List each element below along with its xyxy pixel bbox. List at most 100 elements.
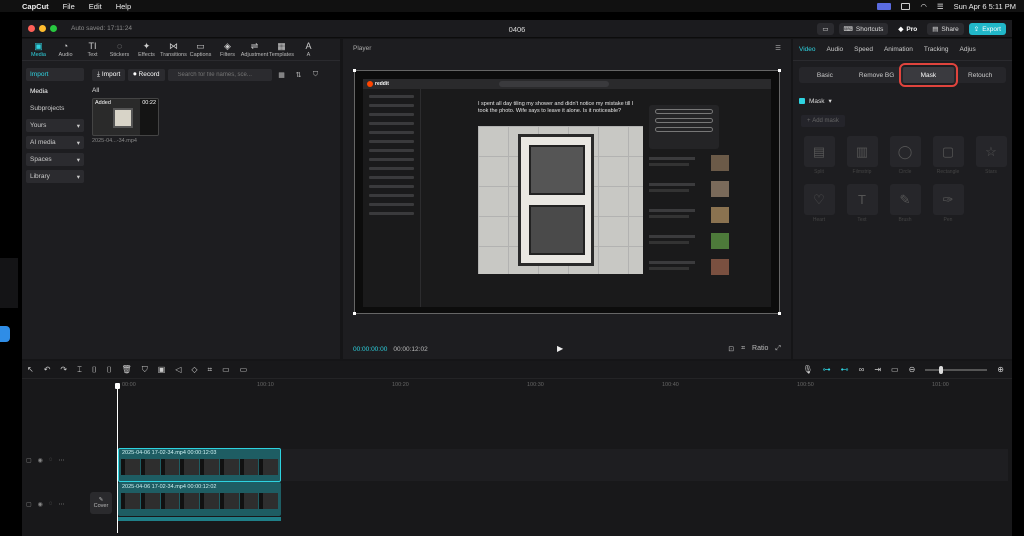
tool-tab-audio[interactable]: ◔ Audio <box>52 41 79 60</box>
ratio-button[interactable]: Ratio <box>752 345 768 353</box>
tab-animation[interactable]: Animation <box>884 46 913 53</box>
tool-tab-adjustment[interactable]: ⇌ Adjustment <box>241 41 269 60</box>
sidebar-item-media[interactable]: Media <box>26 85 84 98</box>
finder-dock-icon[interactable] <box>0 326 10 342</box>
menu-app[interactable]: CapCut <box>22 2 49 11</box>
fit-icon[interactable]: ⊡ <box>728 345 734 353</box>
tool-tab-transitions[interactable]: ⋈ Transitions <box>160 41 187 60</box>
mirror-icon[interactable]: ◇ <box>191 365 197 374</box>
media-thumbnail[interactable]: Added 00:22 <box>92 98 159 136</box>
track-more-icon[interactable]: ⋯ <box>59 457 65 464</box>
caption-icon[interactable]: ▭ <box>891 365 899 374</box>
undo-icon[interactable]: ↶ <box>44 365 51 374</box>
add-mask-button[interactable]: + Add mask <box>801 115 845 127</box>
sidebar-item-ai-media[interactable]: AI media ▾ <box>26 136 84 149</box>
tool-tab-media[interactable]: ▣ Media <box>25 41 52 60</box>
tab-tracking[interactable]: Tracking <box>924 46 949 53</box>
mask-shape-text[interactable]: T Text <box>845 184 879 223</box>
control-center-icon[interactable]: ☰ <box>937 2 944 11</box>
split-icon[interactable]: ⌶ <box>77 365 82 375</box>
split-right-icon[interactable]: ⌷ <box>107 365 112 375</box>
zoom-slider[interactable] <box>925 365 988 374</box>
crop-tool-icon[interactable]: ⌗ <box>208 365 213 375</box>
mask-shape-rectangle[interactable]: ▢ Rectangle <box>931 136 965 175</box>
zoom-in-icon[interactable]: ⊕ <box>997 365 1004 374</box>
minimize-window-button[interactable] <box>39 25 46 32</box>
shortcuts-button[interactable]: ⌨ Shortcuts <box>838 23 889 35</box>
subtab-mask[interactable]: Mask <box>898 63 959 87</box>
track-more-icon[interactable]: ⋯ <box>59 501 65 508</box>
tab-adjus[interactable]: Adjus <box>960 46 976 53</box>
video-preview[interactable]: reddit I spent all day tiling my shower … <box>353 69 781 315</box>
crop-icon[interactable]: ⌗ <box>741 345 745 353</box>
mask-shape-filmstrip[interactable]: ▥ Filmstrip <box>845 136 879 175</box>
track-mute-icon[interactable]: ◌ <box>49 501 53 508</box>
chevron-down-icon[interactable]: ▾ <box>829 97 832 105</box>
ai-tool-icon[interactable]: ▭ <box>222 365 230 374</box>
track-mute-icon[interactable]: ◌ <box>49 457 53 464</box>
playhead[interactable] <box>115 383 120 533</box>
menu-help[interactable]: Help <box>116 2 131 11</box>
menu-edit[interactable]: Edit <box>89 2 102 11</box>
reverse-icon[interactable]: ◁ <box>175 365 181 374</box>
search-input[interactable] <box>167 68 272 81</box>
subtab-basic[interactable]: Basic <box>799 67 851 83</box>
fullscreen-icon[interactable]: ⤢ <box>775 345 781 353</box>
track-lock-icon[interactable]: ▢ <box>26 457 32 464</box>
filter-icon[interactable]: ⛉ <box>309 71 323 79</box>
share-button[interactable]: ▤ Share <box>927 23 964 35</box>
preview-axis-icon[interactable]: ⇥ <box>874 365 881 374</box>
screen-record-icon[interactable] <box>877 2 892 10</box>
mask-shape-pen[interactable]: ✑ Pen <box>931 184 965 223</box>
mask-checkbox[interactable] <box>799 98 805 104</box>
mask-shape-circle[interactable]: ◯ Circle <box>888 136 922 175</box>
grid-view-icon[interactable]: ▦ <box>275 71 289 79</box>
pro-button[interactable]: ◆ Pro <box>893 23 922 35</box>
cover-button[interactable]: ✎ Cover <box>90 492 112 514</box>
battery-icon[interactable] <box>901 2 911 10</box>
shield-icon[interactable]: ⛉ <box>142 365 148 375</box>
sidebar-item-subprojects[interactable]: Subprojects <box>26 102 84 115</box>
overlay-clip[interactable]: 2025-04-06 17-02-34.mp4 00:00:12:03 <box>118 448 281 482</box>
sidebar-item-import[interactable]: Import <box>26 68 84 81</box>
select-tool-icon[interactable]: ↖ <box>27 365 34 374</box>
tool-tab-templates[interactable]: ▦ Templates <box>268 41 295 60</box>
clock[interactable]: Sun Apr 6 5:11 PM <box>954 2 1016 11</box>
sidebar-item-library[interactable]: Library ▾ <box>26 170 84 183</box>
subtab-retouch[interactable]: Retouch <box>954 67 1006 83</box>
import-button[interactable]: ⤓ Import <box>92 68 126 81</box>
wifi-icon[interactable]: ◠ <box>920 2 927 11</box>
mask-shape-stars[interactable]: ☆ Stars <box>974 136 1008 175</box>
menu-icon[interactable]: ☰ <box>775 44 781 52</box>
export-button[interactable]: ⇪ Export <box>968 23 1006 35</box>
redo-icon[interactable]: ↷ <box>60 365 67 374</box>
sidebar-item-yours[interactable]: Yours ▾ <box>26 119 84 132</box>
tab-audio[interactable]: Audio <box>827 46 844 53</box>
microphone-icon[interactable]: 🎙 <box>802 365 812 374</box>
record-button[interactable]: ⏺ Record <box>128 68 165 81</box>
chain-icon[interactable]: ∞ <box>859 365 865 374</box>
mask-shape-split[interactable]: ▤ Split <box>802 136 836 175</box>
layout-button[interactable]: ▭ <box>817 23 834 35</box>
sidebar-item-spaces[interactable]: Spaces ▾ <box>26 153 84 166</box>
time-ruler[interactable]: 00:00 100:10 100:20 100:30 100:40 100:50 101:0… <box>116 381 1012 391</box>
track-hide-icon[interactable]: ◉ <box>38 501 43 508</box>
magnet-icon[interactable]: ⊷ <box>841 365 849 374</box>
freeze-icon[interactable]: ▣ <box>158 365 166 374</box>
sort-icon[interactable]: ⇅ <box>292 71 306 79</box>
main-clip[interactable]: 2025-04-06 17-02-34.mp4 00:00:12:02 <box>118 482 281 516</box>
play-button[interactable]: ▶ <box>557 344 567 354</box>
ai-tool-2-icon[interactable]: ▭ <box>240 365 248 374</box>
menu-file[interactable]: File <box>63 2 75 11</box>
subtab-remove-bg[interactable]: Remove BG <box>851 67 903 83</box>
tool-tab-stickers[interactable]: ◌ Stickers <box>106 41 133 60</box>
link-icon[interactable]: ⊶ <box>823 365 831 374</box>
zoom-out-icon[interactable]: ⊖ <box>909 365 916 374</box>
mask-shape-heart[interactable]: ♡ Heart <box>802 184 836 223</box>
close-window-button[interactable] <box>28 25 35 32</box>
tool-tab-filters[interactable]: ◈ Filters <box>214 41 241 60</box>
tool-tab-effects[interactable]: ✦ Effects <box>133 41 160 60</box>
tool-tab-captions[interactable]: ▭ Captions <box>187 41 214 60</box>
tool-tab-a[interactable]: AA <box>295 41 322 60</box>
track-lock-icon[interactable]: ▢ <box>26 501 32 508</box>
